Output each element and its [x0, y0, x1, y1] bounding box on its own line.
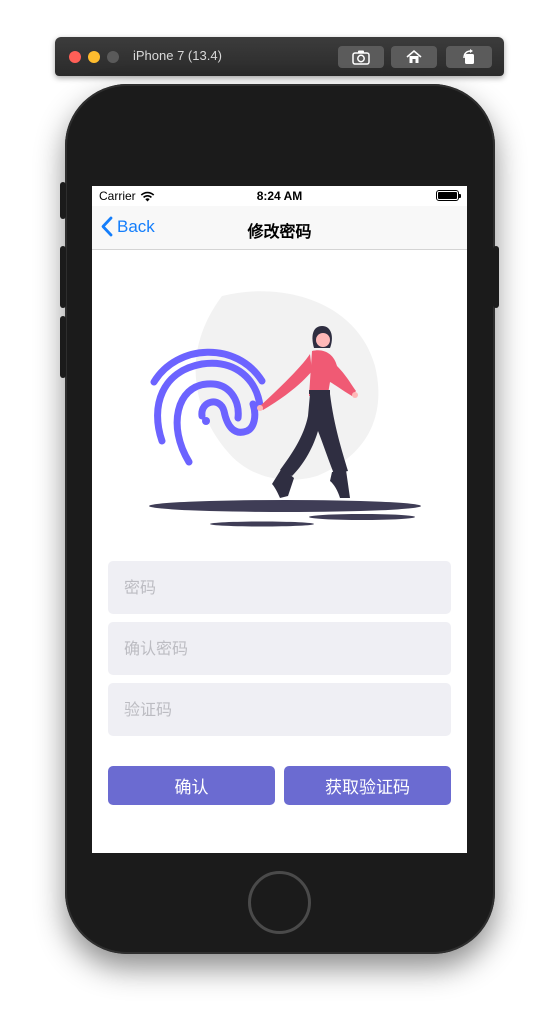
simulator-stage: iPhone 7 (13.4) Carrier 8:24 AM Back 修改密…	[0, 0, 559, 1028]
get-verification-code-button[interactable]: 获取验证码	[284, 766, 451, 805]
home-button[interactable]	[391, 46, 437, 68]
status-time: 8:24 AM	[256, 189, 303, 203]
confirm-password-input[interactable]	[108, 622, 451, 675]
navigation-bar: Back 修改密码	[92, 206, 467, 250]
page-title: 修改密码	[247, 222, 312, 241]
app-screen: Carrier 8:24 AM Back 修改密码 验证码 确认 获取验证码	[92, 186, 467, 853]
power-button	[493, 246, 499, 308]
screenshot-icon	[352, 50, 370, 65]
zoom-window-button[interactable]	[107, 51, 119, 63]
confirm-button[interactable]: 确认	[108, 766, 275, 805]
fingerprint-dot	[202, 417, 210, 425]
close-window-button[interactable]	[69, 51, 81, 63]
ground-shadow	[149, 500, 421, 512]
volume-up-button	[60, 246, 66, 308]
volume-down-button	[60, 316, 66, 378]
home-icon	[406, 49, 422, 63]
password-input[interactable]	[108, 561, 451, 614]
fingerprint-illustration	[149, 291, 421, 527]
minimize-window-button[interactable]	[88, 51, 100, 63]
ground-shadow-small	[309, 514, 415, 520]
battery-icon	[436, 190, 461, 201]
simulator-device-title: iPhone 7 (13.4)	[133, 48, 222, 63]
rotate-button[interactable]	[446, 46, 492, 68]
screenshot-button[interactable]	[338, 46, 384, 68]
mute-switch	[60, 182, 66, 219]
ground-shadow-small-2	[210, 521, 314, 527]
simulator-title-bar: iPhone 7 (13.4)	[55, 37, 504, 76]
device-home-button[interactable]	[248, 871, 311, 934]
rotate-icon	[463, 49, 474, 64]
status-bar: Carrier 8:24 AM	[92, 186, 467, 206]
verification-code-input[interactable]	[108, 683, 451, 736]
